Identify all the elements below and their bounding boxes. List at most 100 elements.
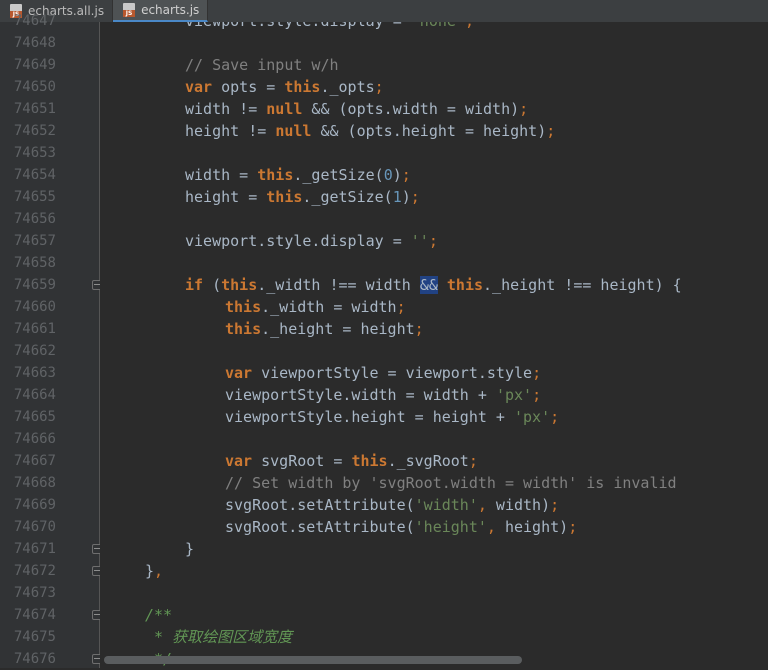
code-token: 'px'	[495, 386, 533, 404]
code-line: viewportStyle.width = width + 'px';	[225, 384, 541, 406]
code-line: svgRoot.setAttribute('height', height);	[225, 516, 577, 538]
line-number: 74674	[13, 607, 56, 623]
line-number: 74652	[13, 123, 56, 139]
code-token: // Save input w/h	[185, 56, 339, 74]
code-line: viewportStyle.height = height + 'px';	[225, 406, 559, 428]
code-token: viewport.style.display =	[185, 232, 411, 250]
line-number: 74668	[13, 475, 56, 491]
code-token: /**	[145, 606, 173, 624]
code-token: height =	[185, 188, 267, 206]
code-token: viewportStyle.height = height +	[225, 408, 514, 426]
code-token: 1	[392, 188, 402, 206]
code-line: svgRoot.setAttribute('width', width);	[225, 494, 559, 516]
code-token: ;	[410, 188, 420, 206]
code-token: ._width !== width	[257, 276, 420, 294]
code-token: var	[185, 78, 213, 96]
code-token: viewportStyle = viewport.style	[252, 364, 533, 382]
code-editor[interactable]: viewport.style.display = 'none'; // Save …	[100, 22, 768, 668]
code-token: this	[257, 166, 294, 184]
code-line: viewport.style.display = '';	[185, 230, 438, 252]
line-number: 74675	[13, 629, 56, 645]
code-token: this	[225, 320, 262, 338]
line-number: 74658	[13, 255, 56, 271]
editor-tab-bar: JS echarts.all.js JS echarts.js	[0, 0, 768, 23]
code-token: ;	[414, 320, 424, 338]
tab-1[interactable]: JS echarts.js	[113, 0, 209, 22]
line-number: 74664	[13, 387, 56, 403]
code-token: // Set width by 'svgRoot.width = width' …	[225, 474, 677, 492]
line-number: 74649	[13, 57, 56, 73]
line-number: 74663	[13, 365, 56, 381]
code-line: // Set width by 'svgRoot.width = width' …	[225, 472, 677, 494]
code-token: )	[392, 166, 402, 184]
code-token: }	[145, 562, 155, 580]
code-token: 'height'	[414, 518, 487, 536]
code-token: if	[185, 276, 204, 294]
code-token: this	[351, 452, 388, 470]
line-number: 74651	[13, 101, 56, 117]
code-token: this	[221, 276, 258, 294]
code-line: var svgRoot = this._svgRoot;	[225, 450, 478, 472]
code-line: height != null && (opts.height = height)…	[185, 120, 555, 142]
code-line: if (this._width !== width && this._heigh…	[185, 274, 682, 296]
horizontal-scrollbar[interactable]	[104, 656, 522, 664]
code-token: (	[203, 276, 222, 294]
line-number: 74655	[13, 189, 56, 205]
code-token: ;	[468, 452, 478, 470]
line-number: 74659	[13, 277, 56, 293]
code-token: viewport.style.display =	[185, 22, 411, 30]
line-number: 74657	[13, 233, 56, 249]
line-number-gutter: 74647 74648 74649 74650 74651 74652 74653 74654…	[0, 13, 102, 668]
code-token: 'width'	[414, 496, 478, 514]
tab-label: echarts.js	[141, 3, 200, 17]
code-token: 0	[383, 166, 393, 184]
code-token: viewportStyle.width = width +	[225, 386, 496, 404]
code-line: this._width = width;	[225, 296, 406, 318]
line-number: 74672	[13, 563, 56, 579]
code-token: ;	[550, 408, 560, 426]
code-line: },	[145, 560, 163, 582]
code-line: /**	[145, 604, 172, 626]
code-token: && (opts.width = width)	[302, 100, 520, 118]
line-number: 74662	[13, 343, 56, 359]
code-token: ;	[396, 298, 406, 316]
code-token: ;	[519, 100, 529, 118]
code-token: this	[446, 276, 484, 294]
code-token: ._getSize(	[302, 188, 393, 206]
code-token: ;	[532, 364, 542, 382]
code-token: ._height !== height) {	[483, 276, 682, 294]
code-line: var opts = this._opts;	[185, 76, 384, 98]
code-token: )	[401, 188, 411, 206]
code-token: height !=	[185, 122, 276, 140]
code-token: 'px'	[513, 408, 551, 426]
code-token: ;	[568, 518, 578, 536]
code-token: null	[275, 122, 312, 140]
code-token: &&	[419, 276, 438, 294]
code-token: this	[266, 188, 303, 206]
code-token: * 获取绘图区域宽度	[145, 628, 293, 646]
code-line: var viewportStyle = viewport.style;	[225, 362, 541, 384]
code-line: this._height = height;	[225, 318, 424, 340]
code-token: svgRoot.setAttribute(	[225, 496, 415, 514]
code-line: }	[185, 538, 194, 560]
line-number: 74654	[13, 167, 56, 183]
line-number: 74653	[13, 145, 56, 161]
code-token: var	[225, 452, 253, 470]
line-number: 74671	[13, 541, 56, 557]
code-token: null	[266, 100, 303, 118]
line-number: 74667	[13, 453, 56, 469]
code-token: svgRoot =	[252, 452, 352, 470]
code-token: ;	[550, 496, 560, 514]
code-line: width = this._getSize(0);	[185, 164, 411, 186]
code-token: width =	[185, 166, 258, 184]
code-line: * 获取绘图区域宽度	[145, 626, 292, 648]
code-token: opts =	[212, 78, 285, 96]
line-number: 74670	[13, 519, 56, 535]
line-number: 74661	[13, 321, 56, 337]
code-token: height)	[495, 518, 569, 536]
code-token: ''	[410, 232, 429, 250]
line-number: 74650	[13, 79, 56, 95]
code-token: this	[284, 78, 321, 96]
code-line: // Save input w/h	[185, 54, 339, 76]
code-token: ._svgRoot	[387, 452, 469, 470]
